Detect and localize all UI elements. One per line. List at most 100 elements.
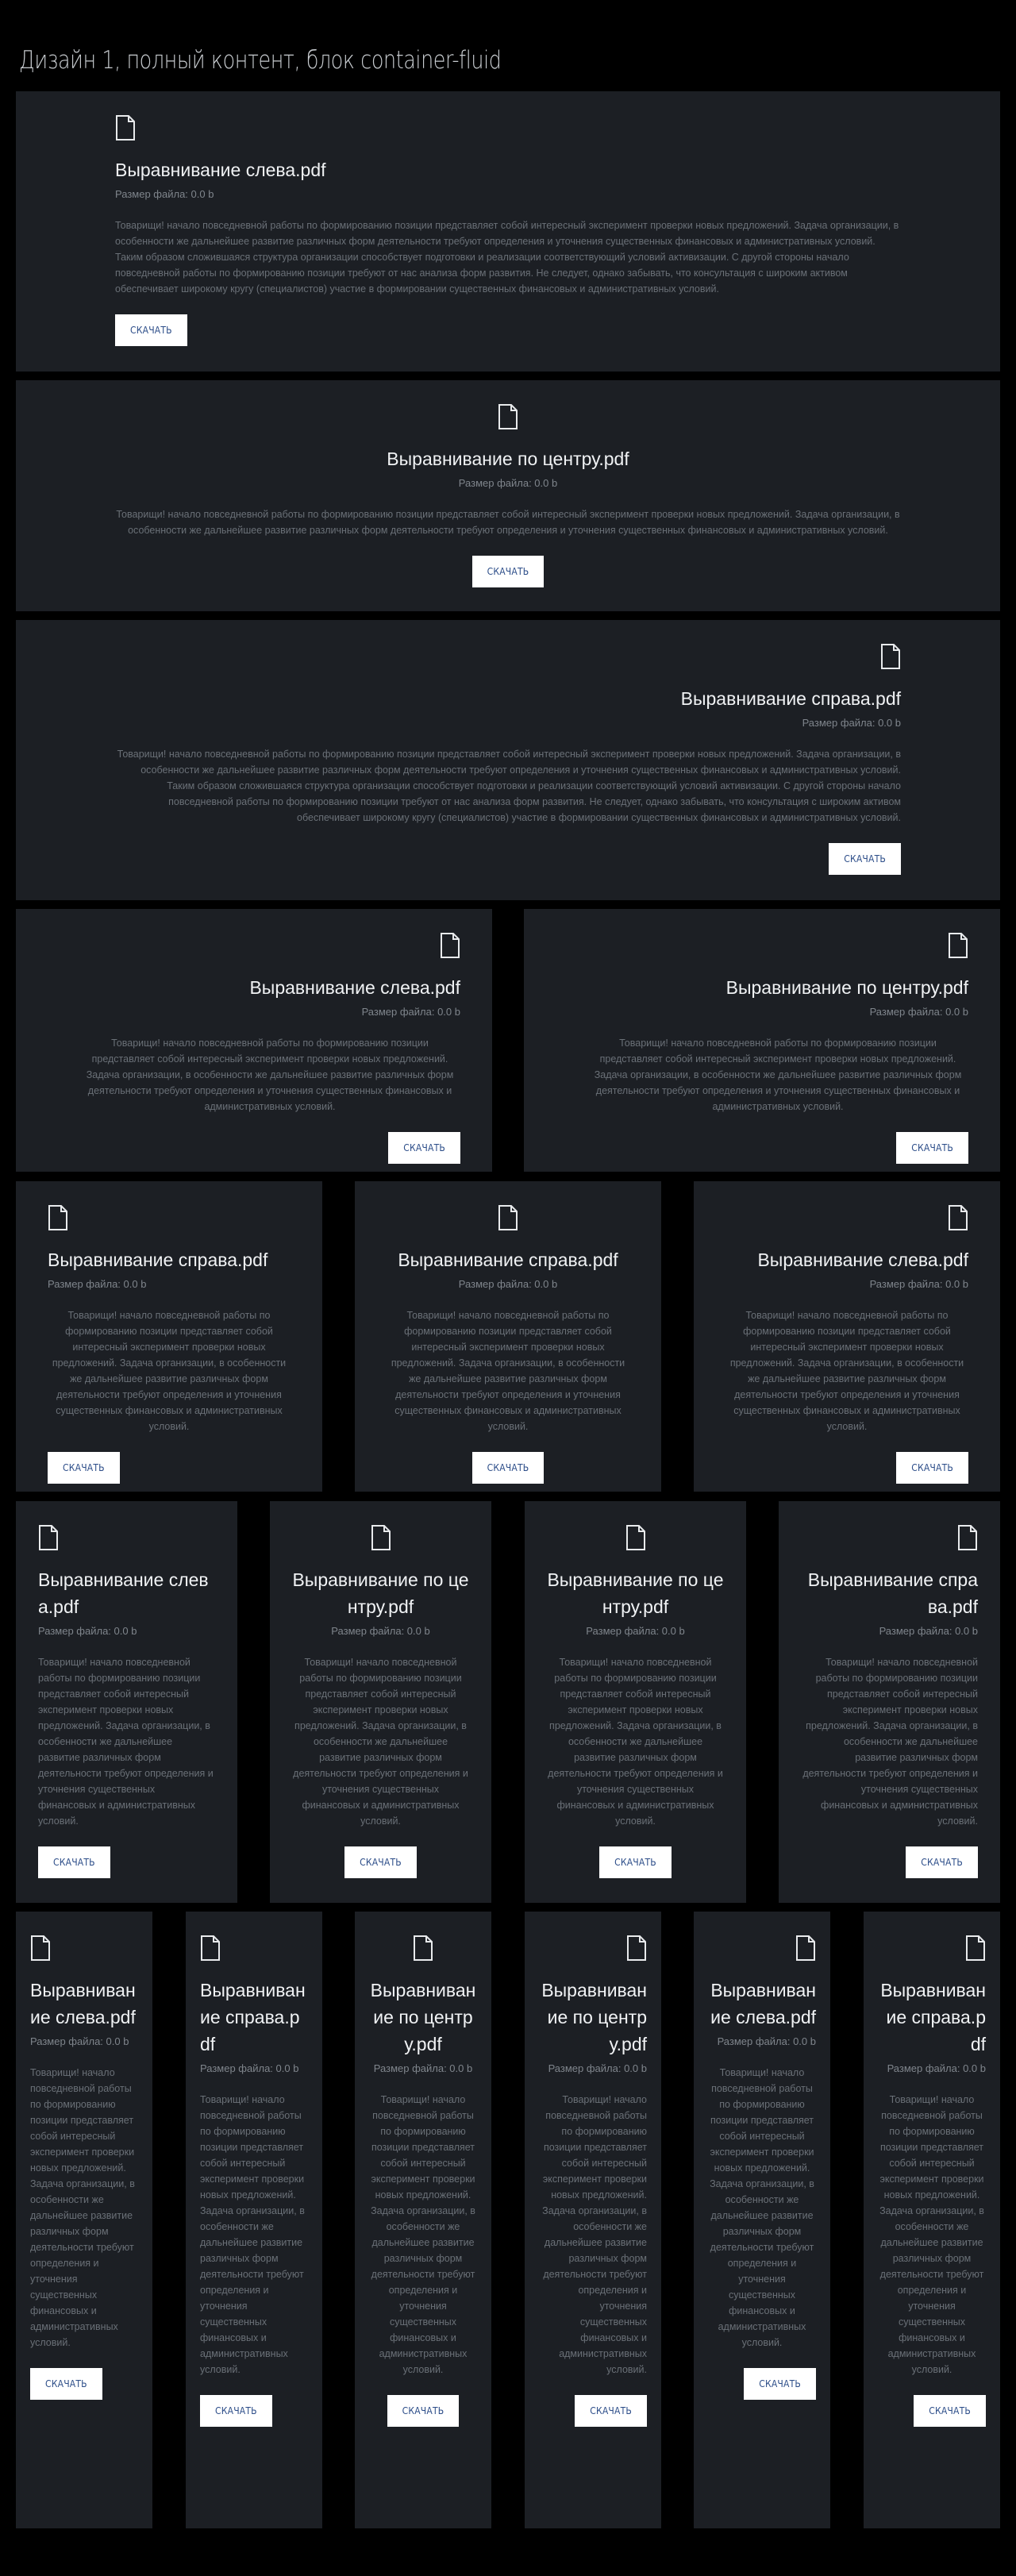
card-title: Выравнивание по центру.pdf (725, 977, 968, 998)
card-title: Выравнивание слева.pdf (38, 1569, 209, 1617)
file-icon (948, 933, 968, 958)
card-title: Выравнивание справа.pdf (200, 1980, 306, 2054)
file-card: Выравнивание по центру.pdf Размер файла:… (270, 1501, 491, 1903)
file-icon (625, 1525, 646, 1550)
file-size: Размер файла: 0.0 b (373, 2062, 473, 2074)
card-description: Товарищи! начало повседневной работы по … (802, 1657, 978, 1827)
file-card: Выравнивание по центру.pdf Размер файла:… (355, 1912, 491, 2528)
file-card: Выравнивание по центру.pdf Размер файла:… (524, 909, 1000, 1172)
card-title: Выравнивание слева.pdf (757, 1249, 968, 1270)
file-size: Размер файла: 0.0 b (115, 188, 214, 200)
file-card: Выравнивание слева.pdf Размер файла: 0.0… (16, 909, 492, 1172)
card-description: Товарищи! начало повседневной работы по … (293, 1657, 468, 1827)
file-card: Выравнивание справа.pdf Размер файла: 0.… (864, 1912, 1000, 2528)
card-description: Товарищи! начало повседневной работы по … (38, 1657, 214, 1827)
download-button[interactable]: СКАЧАТЬ (344, 1846, 417, 1878)
file-size: Размер файла: 0.0 b (458, 477, 558, 489)
file-icon (440, 933, 460, 958)
file-size: Размер файла: 0.0 b (458, 1278, 558, 1290)
file-icon (498, 404, 518, 429)
page-title: Дизайн 1, полный контент, блок container… (19, 46, 502, 75)
card-title: Выравнивание справа.pdf (807, 1569, 978, 1617)
file-size: Размер файла: 0.0 b (361, 1006, 460, 1018)
download-button[interactable]: СКАЧАТЬ (914, 2395, 986, 2427)
download-button[interactable]: СКАЧАТЬ (471, 556, 545, 587)
card-description: Товарищи! начало повседневной работы по … (52, 1310, 287, 1432)
download-button[interactable]: СКАЧАТЬ (896, 1132, 968, 1164)
card-description: Товарищи! начало повседневной работы по … (371, 2094, 475, 2375)
file-size: Размер файла: 0.0 b (586, 1625, 685, 1637)
file-card: Выравнивание справа.pdf Размер файла: 0.… (186, 1912, 322, 2528)
file-icon (498, 1205, 518, 1230)
file-icon (626, 1935, 647, 1961)
file-card: Выравнивание слева.pdf Размер файла: 0.0… (694, 1912, 830, 2528)
file-icon (30, 1935, 51, 1961)
card-description: Товарищи! начало повседневной работы по … (879, 2094, 984, 2375)
file-card: Выравнивание слева.pdf Размер файла: 0.0… (694, 1181, 1000, 1492)
card-title: Выравнивание слева.pdf (30, 1980, 136, 2027)
download-button[interactable]: СКАЧАТЬ (387, 2395, 460, 2427)
file-card: Выравнивание по центру.pdf Размер файла:… (525, 1912, 661, 2528)
card-description: Товарищи! начало повседневной работы по … (548, 1657, 723, 1827)
file-size: Размер файла: 0.0 b (887, 2062, 986, 2074)
file-card: Выравнивание по центру.pdf Размер файла:… (525, 1501, 746, 1903)
file-size: Размер файла: 0.0 b (879, 1625, 978, 1637)
card-description: Товарищи! начало повседневной работы по … (391, 1310, 625, 1432)
card-title: Выравнивание слева.pdf (710, 1980, 816, 2027)
file-card: Выравнивание слева.pdf Размер файла: 0.0… (16, 1912, 152, 2528)
file-icon (965, 1935, 986, 1961)
card-title: Выравнивание слева.pdf (249, 977, 460, 998)
file-icon (48, 1205, 68, 1230)
file-icon (115, 115, 136, 141)
download-button[interactable]: СКАЧАТЬ (599, 1846, 672, 1878)
download-button[interactable]: СКАЧАТЬ (115, 314, 187, 346)
file-card: Выравнивание слева.pdf Размер файла: 0.0… (16, 1501, 237, 1903)
card-title: Выравнивание справа.pdf (880, 1980, 986, 2054)
card-title: Выравнивание справа.pdf (48, 1249, 268, 1270)
file-icon (957, 1525, 978, 1550)
card-description: Товарищи! начало повседневной работы по … (594, 1038, 962, 1112)
download-button[interactable]: СКАЧАТЬ (38, 1846, 110, 1878)
file-card: Выравнивание справа.pdf Размер файла: 0.… (779, 1501, 1000, 1903)
file-size: Размер файла: 0.0 b (38, 1625, 137, 1637)
download-button[interactable]: СКАЧАТЬ (48, 1452, 120, 1484)
card-title: Выравнивание по центру.pdf (547, 1569, 724, 1617)
download-button[interactable]: СКАЧАТЬ (906, 1846, 978, 1878)
card-title: Выравнивание слева.pdf (115, 160, 326, 180)
file-card: Выравнивание слева.pdf Размер файла: 0.0… (16, 91, 1000, 372)
file-size: Размер файла: 0.0 b (869, 1006, 968, 1018)
download-button[interactable]: СКАЧАТЬ (829, 843, 901, 875)
card-title: Выравнивание по центру.pdf (541, 1980, 647, 2054)
file-size: Размер файла: 0.0 b (200, 2062, 299, 2074)
download-button[interactable]: СКАЧАТЬ (471, 1452, 545, 1484)
card-title: Выравнивание по центру.pdf (292, 1569, 469, 1617)
file-card: Выравнивание справа.pdf Размер файла: 0.… (16, 620, 1000, 900)
file-icon (200, 1935, 221, 1961)
file-icon (948, 1205, 968, 1230)
card-description: Товарищи! начало повседневной работы по … (200, 2094, 305, 2375)
file-size: Размер файла: 0.0 b (717, 2035, 816, 2047)
file-size: Размер файла: 0.0 b (548, 2062, 647, 2074)
download-button[interactable]: СКАЧАТЬ (200, 2395, 272, 2427)
card-title: Выравнивание по центру.pdf (387, 449, 629, 469)
download-button[interactable]: СКАЧАТЬ (896, 1452, 968, 1484)
download-button[interactable]: СКАЧАТЬ (744, 2368, 816, 2400)
file-card: Выравнивание справа.pdf Размер файла: 0.… (16, 1181, 322, 1492)
card-description: Товарищи! начало повседневной работы по … (86, 1038, 454, 1112)
card-description: Товарищи! начало повседневной работы по … (115, 220, 899, 295)
download-button[interactable]: СКАЧАТЬ (30, 2368, 102, 2400)
file-icon (795, 1935, 816, 1961)
card-description: Товарищи! начало повседневной работы по … (710, 2067, 814, 2348)
file-icon (371, 1525, 391, 1550)
download-button[interactable]: СКАЧАТЬ (388, 1132, 460, 1164)
card-description: Товарищи! начало повседневной работы по … (542, 2094, 647, 2375)
download-button[interactable]: СКАЧАТЬ (575, 2395, 647, 2427)
file-icon (413, 1935, 433, 1961)
file-size: Размер файла: 0.0 b (802, 717, 901, 729)
card-description: Товарищи! начало повседневной работы по … (30, 2067, 135, 2348)
card-title: Выравнивание справа.pdf (398, 1249, 618, 1270)
file-size: Размер файла: 0.0 b (331, 1625, 430, 1637)
file-icon (880, 644, 901, 669)
file-size: Размер файла: 0.0 b (869, 1278, 968, 1290)
file-card: Выравнивание по центру.pdf Размер файла:… (16, 380, 1000, 611)
